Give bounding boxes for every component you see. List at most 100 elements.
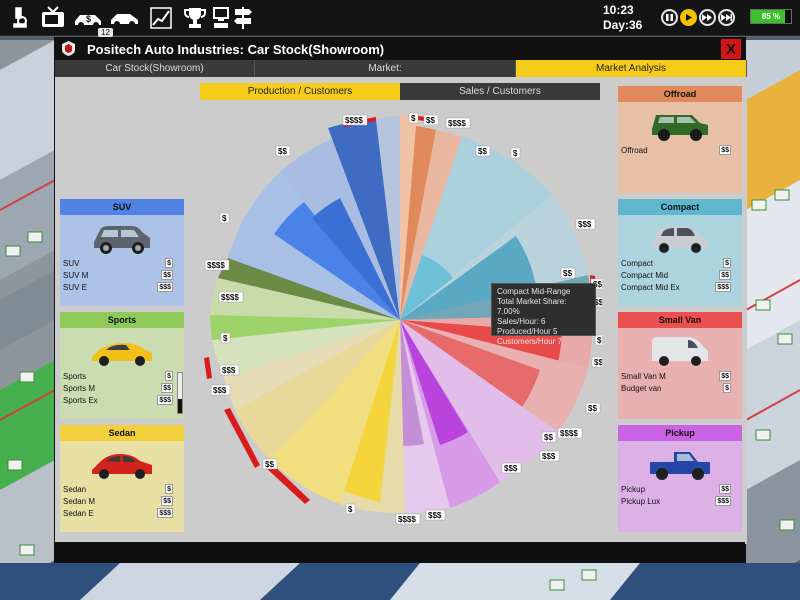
svg-text:$$$$: $$$$ [221, 293, 239, 302]
suv-car-icon [94, 226, 150, 254]
fastest-button[interactable] [718, 9, 735, 26]
model-row[interactable]: Sedan M $$ [63, 496, 179, 507]
power-meter-label: 85 % [761, 12, 781, 21]
category-card-suv[interactable]: SUV SUV $ SUV M $$ SUV E $$$ [60, 199, 184, 306]
model-row[interactable]: Sedan $ [63, 484, 179, 495]
tab-market-analysis[interactable]: Market Analysis [516, 60, 747, 77]
model-row[interactable]: Pickup $$ [621, 484, 737, 495]
model-name: Compact [621, 259, 654, 268]
category-card-sedan[interactable]: Sedan Sedan $ Sedan M $$ Sedan E $$$ [60, 425, 184, 532]
model-row[interactable]: Sports Ex $$$ [63, 395, 179, 406]
model-name: Sedan E [63, 509, 94, 518]
model-row[interactable]: SUV $ [63, 258, 179, 269]
compact-car-icon [652, 226, 708, 253]
svg-text:$$$: $$$ [542, 452, 556, 461]
segment-tooltip: Compact Mid-Range Total Market Share: 7.… [491, 283, 596, 346]
model-row[interactable]: Small Van M $$ [621, 371, 737, 382]
model-name: Pickup Lux [621, 497, 661, 506]
scrollbar-thumb[interactable] [178, 399, 182, 413]
van-car-icon [652, 337, 708, 366]
pause-icon [666, 14, 673, 21]
model-row[interactable]: Sports $ [63, 371, 179, 382]
computer-icon[interactable] [210, 4, 232, 32]
price-tag-label: $$$ [219, 364, 240, 376]
price-tier: $$ [719, 145, 731, 155]
tab-car-stock[interactable]: Car Stock(Showroom) [55, 60, 255, 77]
fast-forward-button[interactable] [699, 9, 716, 26]
card-scrollbar[interactable] [177, 372, 183, 414]
model-name: Sports [63, 372, 87, 381]
price-tier: $$ [161, 270, 173, 280]
tv-icon[interactable] [38, 4, 68, 32]
fastest-icon [721, 14, 732, 21]
model-name: Sedan [63, 485, 87, 494]
model-row[interactable]: Compact Mid $$ [621, 270, 737, 281]
model-row[interactable]: Offroad $$ [621, 145, 737, 156]
tab-market[interactable]: Market: [255, 60, 516, 77]
price-tag-label: $$$$ [342, 114, 368, 126]
price-tag-label: $ [408, 112, 419, 124]
model-row[interactable]: Sports M $$ [63, 383, 179, 394]
price-tag-label: $$ [541, 431, 557, 443]
category-card-compact[interactable]: Compact Compact $ Compact Mid $$ Compact M… [618, 199, 742, 306]
price-tag-label: $$ [560, 267, 576, 279]
price-tag-label: $$ [275, 145, 291, 157]
price-tag-label: $$ [585, 402, 601, 414]
model-name: SUV M [63, 271, 89, 280]
pause-button[interactable] [661, 9, 678, 26]
card-header: Sedan [60, 425, 184, 441]
pickup-car-icon [650, 452, 710, 480]
svg-text:$$$$: $$$$ [345, 116, 363, 125]
car-icon[interactable] [108, 4, 142, 32]
category-card-small-van[interactable]: Small Van Small Van M $$ Budget van $ [618, 312, 742, 419]
category-card-pickup[interactable]: Pickup Pickup $$ Pickup Lux $$$ [618, 425, 742, 532]
tab-sales-customers[interactable]: Sales / Customers [400, 83, 600, 100]
svg-text:$: $ [411, 114, 416, 123]
price-tier: $$$ [715, 282, 731, 292]
price-tag-label: $$ [475, 145, 491, 157]
price-tag-label: $$$$ [218, 291, 244, 303]
price-tag-label: $$$ [210, 384, 231, 396]
model-row[interactable]: SUV E $$$ [63, 282, 179, 293]
svg-text:$$$: $$$ [428, 511, 442, 520]
model-row[interactable]: Compact Mid Ex $$$ [621, 282, 737, 293]
time-text: 10:23 [603, 3, 634, 17]
model-row[interactable]: Sedan E $$$ [63, 508, 179, 519]
model-row[interactable]: SUV M $$ [63, 270, 179, 281]
category-card-offroad[interactable]: Offroad Offroad $$ [618, 86, 742, 193]
category-card-sports[interactable]: Sports Sports $ Sports M $$ Sports Ex $$$ [60, 312, 184, 419]
day-text: Day:36 [603, 18, 643, 32]
play-button[interactable] [680, 9, 697, 26]
tooltip-share: Total Market Share: 7.00% [497, 297, 567, 316]
trophy-icon[interactable] [180, 4, 210, 32]
chart-icon[interactable] [146, 4, 176, 32]
window-title: Positech Auto Industries: Car Stock(Show… [87, 42, 385, 57]
card-header: Sports [60, 312, 184, 328]
svg-text:$$: $$ [478, 147, 487, 156]
microscope-icon[interactable] [4, 4, 34, 32]
top-hud: $ 12 10:23 Day:36 85 % [0, 0, 800, 37]
model-name: Small Van M [621, 372, 666, 381]
tooltip-customers: Customers/Hour 7 [497, 337, 562, 346]
tab-production-customers[interactable]: Production / Customers [200, 83, 400, 100]
model-row[interactable]: Budget van $ [621, 383, 737, 394]
play-icon [686, 14, 692, 21]
price-tag-label: $$ [423, 114, 439, 126]
svg-text:$: $ [513, 149, 518, 158]
tooltip-title: Compact Mid-Range [497, 287, 571, 296]
price-tag-label: $ [594, 334, 602, 346]
card-header: SUV [60, 199, 184, 215]
price-tag-label: $$$ [539, 450, 560, 462]
price-tier: $$ [719, 270, 731, 280]
price-tag-label: $ [219, 212, 230, 224]
price-tier: $$ [161, 496, 173, 506]
model-name: Offroad [621, 146, 648, 155]
price-tier: $ [165, 258, 173, 268]
model-name: Sports M [63, 384, 96, 393]
signpost-icon[interactable] [232, 4, 254, 32]
model-row[interactable]: Compact $ [621, 258, 737, 269]
card-header: Small Van [618, 312, 742, 328]
model-row[interactable]: Pickup Lux $$$ [621, 496, 737, 507]
model-name: Compact Mid [621, 271, 669, 280]
close-button[interactable]: X [720, 38, 742, 60]
